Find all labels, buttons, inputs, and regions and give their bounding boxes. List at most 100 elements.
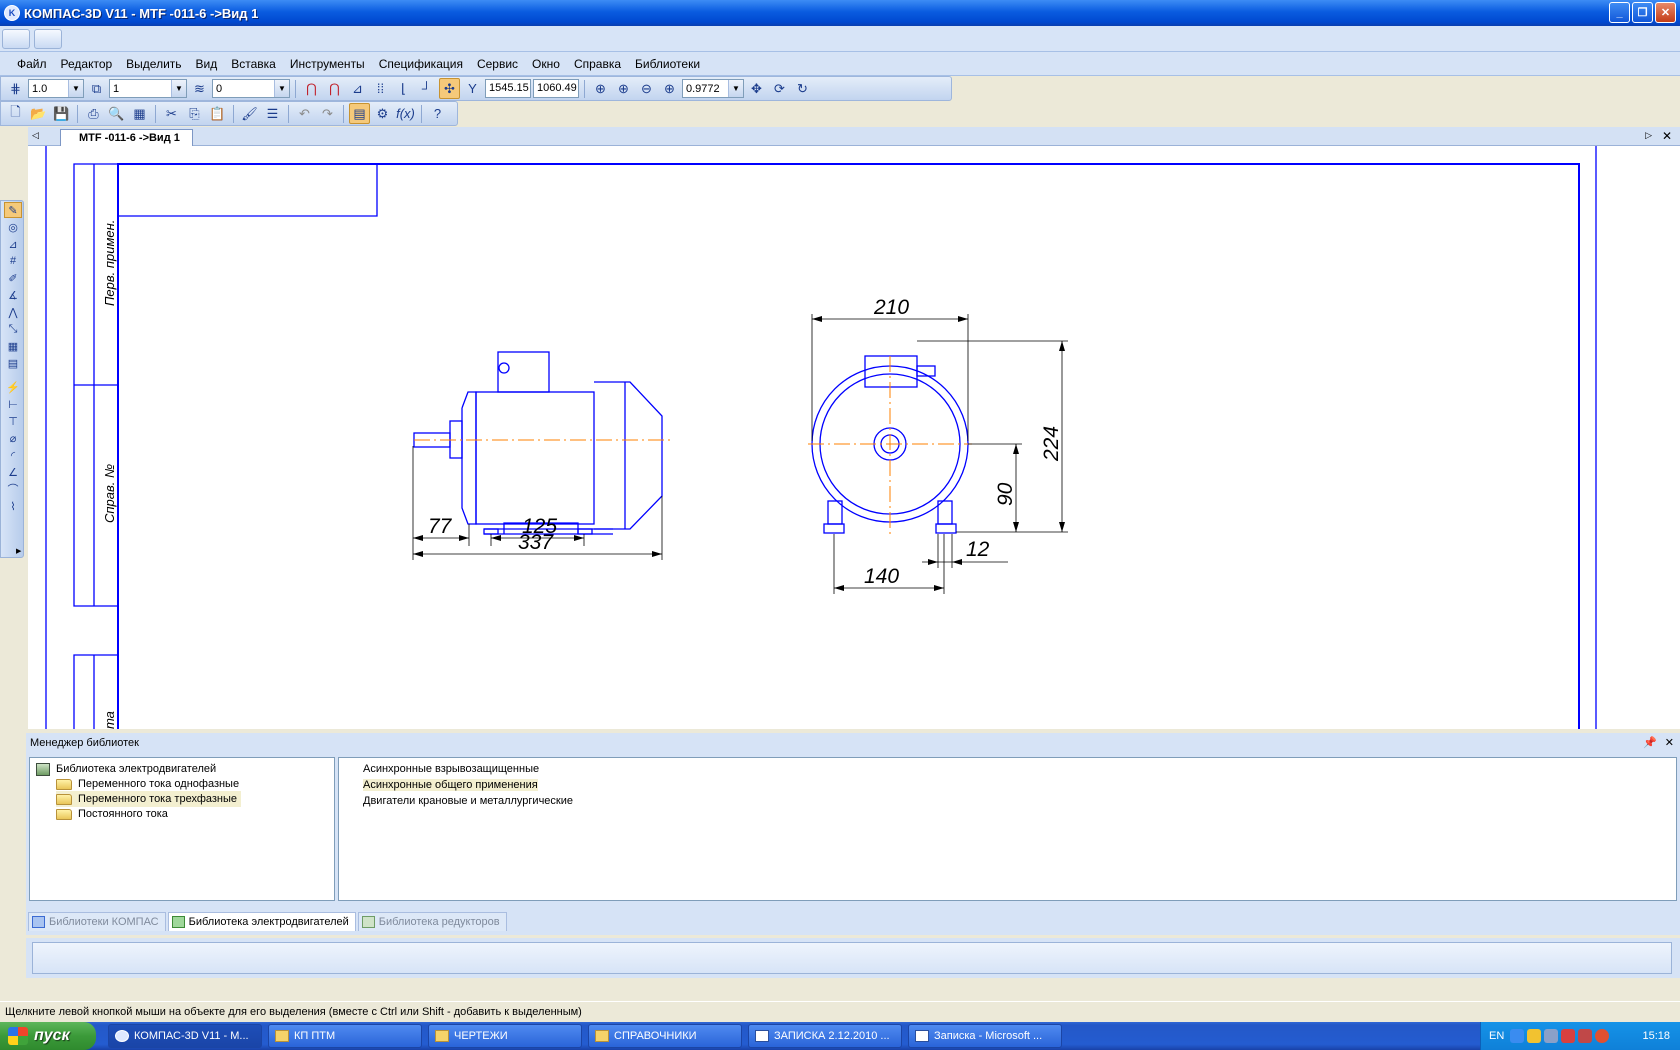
task-references[interactable]: СПРАВОЧНИКИ bbox=[588, 1024, 742, 1048]
magnet-icon[interactable]: ⋂ bbox=[301, 78, 322, 99]
open-icon[interactable]: 📂 bbox=[28, 103, 49, 124]
undo-icon[interactable]: ↶ bbox=[294, 103, 315, 124]
linear-dim-icon[interactable]: ⊢ bbox=[4, 396, 22, 412]
chevron-down-icon[interactable]: ▼ bbox=[171, 80, 186, 97]
variables-icon[interactable]: f(x) bbox=[395, 103, 416, 124]
tab-scroll-right-icon[interactable]: ▷ bbox=[1645, 130, 1652, 141]
tree-item-single-phase[interactable]: Переменного тока однофазные bbox=[56, 776, 239, 792]
copy-icon[interactable]: ⎘ bbox=[184, 103, 205, 124]
edit-icon[interactable]: ✐ bbox=[4, 270, 22, 286]
task-word[interactable]: Записка - Microsoft ... bbox=[908, 1024, 1062, 1048]
select-icon[interactable]: ⤡ bbox=[4, 321, 22, 337]
menu-service[interactable]: Сервис bbox=[470, 57, 525, 71]
line-tool-icon[interactable]: ⚡ bbox=[4, 379, 22, 395]
zoom-out-icon[interactable]: ⊖ bbox=[636, 78, 657, 99]
zoom-scale-icon[interactable]: ⊕ bbox=[659, 78, 680, 99]
ortho-icon[interactable]: ⊿ bbox=[347, 78, 368, 99]
language-indicator[interactable]: EN bbox=[1489, 1030, 1504, 1042]
chevron-down-icon[interactable]: ▼ bbox=[68, 80, 83, 97]
antivirus-icon[interactable] bbox=[1561, 1029, 1576, 1043]
cursor-x-field[interactable]: 1545.15 bbox=[485, 79, 531, 98]
pan-icon[interactable]: ✥ bbox=[746, 78, 767, 99]
menu-help[interactable]: Справка bbox=[567, 57, 628, 71]
task-drawings[interactable]: ЧЕРТЕЖИ bbox=[428, 1024, 582, 1048]
menu-libraries[interactable]: Библиотеки bbox=[628, 57, 707, 71]
tree-root[interactable]: Библиотека электродвигателей bbox=[36, 761, 216, 777]
vertical-dim-icon[interactable]: ⊤ bbox=[4, 413, 22, 429]
local-cs-icon[interactable]: ⌊ bbox=[393, 78, 414, 99]
clock[interactable]: 15:18 bbox=[1642, 1030, 1670, 1042]
leader-icon[interactable]: ⌇ bbox=[4, 498, 22, 514]
step-combo[interactable]: 1.0 ▼ bbox=[28, 79, 84, 98]
zoom-in-icon[interactable]: ⊕ bbox=[613, 78, 634, 99]
cursor-y-field[interactable]: 1060.49 bbox=[533, 79, 579, 98]
minimize-button[interactable]: _ bbox=[1609, 2, 1630, 23]
report-icon[interactable]: ▤ bbox=[4, 355, 22, 371]
zoom-window-icon[interactable]: ⊕ bbox=[590, 78, 611, 99]
measure-icon[interactable]: ⋀ bbox=[4, 304, 22, 320]
manager-icon[interactable]: ▤ bbox=[349, 103, 370, 124]
list-item[interactable]: Двигатели крановые и металлургические bbox=[343, 793, 573, 809]
restore-button[interactable]: ❐ bbox=[1632, 2, 1653, 23]
grid-step-icon[interactable]: ⋕ bbox=[5, 78, 26, 99]
tab-motor-library[interactable]: Библиотека электродвигателей bbox=[167, 912, 356, 931]
drawing-canvas[interactable]: 77 125 337 210 140 12 224 90 Перв. приме… bbox=[28, 146, 1680, 729]
snap-magnet-icon[interactable]: ⋂ bbox=[324, 78, 345, 99]
close-button[interactable]: ✕ bbox=[1655, 2, 1676, 23]
zoom-combo[interactable]: 0.9772 ▼ bbox=[682, 79, 744, 98]
opera-icon[interactable] bbox=[1595, 1029, 1610, 1043]
tab-kompas-libraries[interactable]: Библиотеки КОМПАС bbox=[28, 912, 166, 931]
menu-tools[interactable]: Инструменты bbox=[283, 57, 372, 71]
task-kp-ptm[interactable]: КП ПТМ bbox=[268, 1024, 422, 1048]
redo-icon[interactable]: ↷ bbox=[317, 103, 338, 124]
monitor-icon[interactable] bbox=[1544, 1029, 1559, 1043]
shapes-icon[interactable]: ◎ bbox=[4, 219, 22, 235]
toolbar-grip[interactable] bbox=[2, 29, 30, 49]
geometry-icon[interactable]: ✎ bbox=[4, 202, 22, 218]
menu-insert[interactable]: Вставка bbox=[224, 57, 283, 71]
refresh-icon[interactable]: ⟳ bbox=[769, 78, 790, 99]
chevron-down-icon[interactable]: ▼ bbox=[728, 80, 743, 97]
help-pointer-icon[interactable]: ? bbox=[427, 103, 448, 124]
menu-view[interactable]: Вид bbox=[189, 57, 225, 71]
menu-editor[interactable]: Редактор bbox=[54, 57, 120, 71]
security-icon[interactable] bbox=[1578, 1029, 1593, 1043]
library-manager-icon[interactable]: ⚙ bbox=[372, 103, 393, 124]
shield-icon[interactable] bbox=[1527, 1029, 1542, 1043]
grid-icon[interactable]: ⁞⁞ bbox=[370, 78, 391, 99]
list-icon[interactable]: ☰ bbox=[262, 103, 283, 124]
properties-area[interactable] bbox=[32, 942, 1672, 974]
style-icon[interactable]: ≋ bbox=[189, 78, 210, 99]
close-panel-icon[interactable]: ✕ bbox=[1665, 736, 1674, 749]
chevron-down-icon[interactable]: ▼ bbox=[274, 80, 289, 97]
tree-item-three-phase[interactable]: Переменного тока трехфазные bbox=[56, 791, 242, 807]
list-item[interactable]: Асинхронные общего применения bbox=[343, 777, 538, 793]
save-icon[interactable]: 💾 bbox=[51, 103, 72, 124]
library-tree[interactable]: Библиотека электродвигателей Переменного… bbox=[29, 757, 335, 901]
menu-window[interactable]: Окно bbox=[525, 57, 567, 71]
pin-icon[interactable]: 📌 bbox=[1643, 736, 1657, 749]
redraw-icon[interactable]: ↻ bbox=[792, 78, 813, 99]
layer-combo[interactable]: 1 ▼ bbox=[109, 79, 187, 98]
tab-scroll-left-icon[interactable]: ◁ bbox=[32, 130, 39, 141]
angle-dim-icon[interactable]: ∠ bbox=[4, 464, 22, 480]
layer-icon[interactable]: ⧉ bbox=[86, 78, 107, 99]
expand-arrow-icon[interactable]: ▶ bbox=[16, 547, 21, 555]
document-tab[interactable]: MTF -011-6 ->Вид 1 bbox=[60, 129, 193, 146]
print-preview-icon[interactable]: 🔍 bbox=[106, 103, 127, 124]
new-document-icon[interactable]: 🗋 bbox=[5, 103, 26, 124]
menu-specification[interactable]: Спецификация bbox=[372, 57, 470, 71]
tab-gearbox-library[interactable]: Библиотека редукторов bbox=[357, 912, 507, 931]
format-brush-icon[interactable]: 🖌 bbox=[239, 103, 260, 124]
diameter-dim-icon[interactable]: ⌀ bbox=[4, 430, 22, 446]
radius-dim-icon[interactable]: ◜ bbox=[4, 447, 22, 463]
cut-icon[interactable]: ✂ bbox=[161, 103, 182, 124]
tree-item-dc[interactable]: Постоянного тока bbox=[56, 806, 168, 822]
network-icon[interactable] bbox=[1510, 1029, 1525, 1043]
close-document-icon[interactable]: ✕ bbox=[1662, 129, 1672, 143]
properties-icon[interactable]: ▦ bbox=[129, 103, 150, 124]
hatch-icon[interactable]: # bbox=[4, 253, 22, 269]
menu-select[interactable]: Выделить bbox=[119, 57, 188, 71]
menu-file[interactable]: Файл bbox=[10, 57, 54, 71]
arc-dim-icon[interactable]: ⌒ bbox=[4, 481, 22, 497]
